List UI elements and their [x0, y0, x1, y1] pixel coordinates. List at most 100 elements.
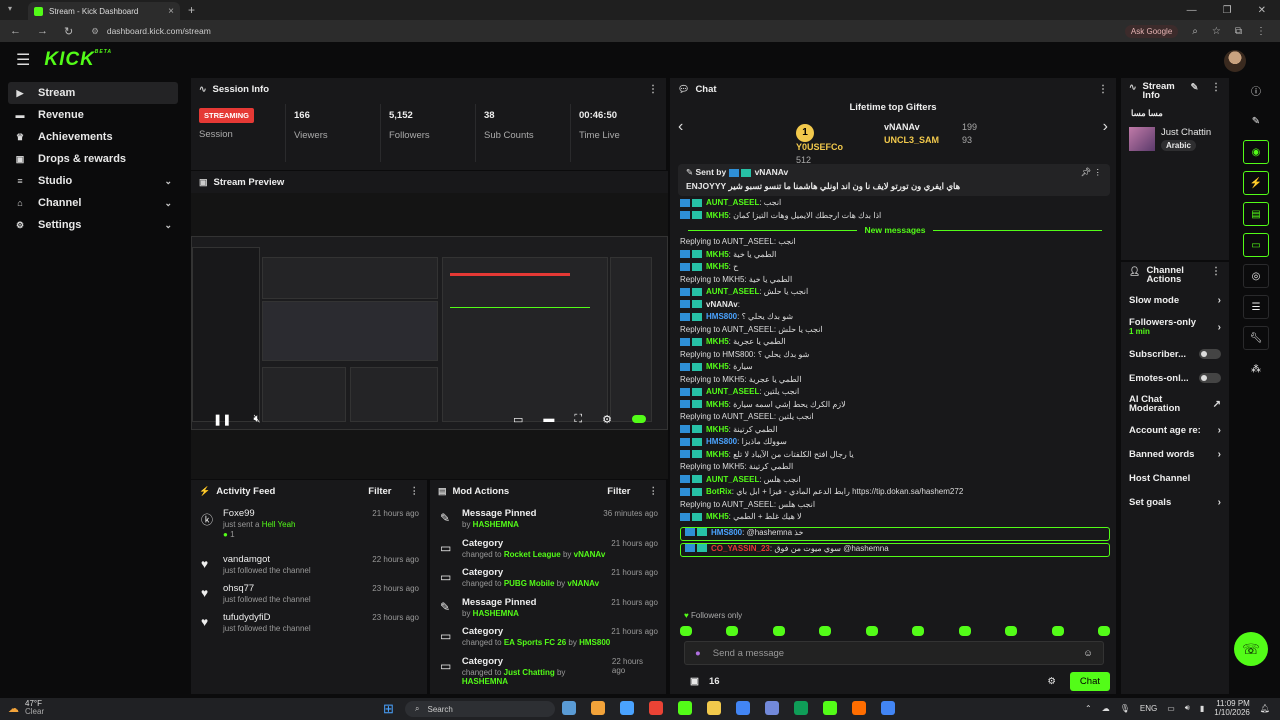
more-options-icon[interactable]: ⋮	[1098, 84, 1108, 95]
chat-username[interactable]: AUNT_ASEEL	[706, 198, 759, 207]
mod-action-target[interactable]: EA Sports FC 26	[504, 638, 566, 647]
taskbar-app-icon[interactable]	[881, 701, 895, 715]
chat-username[interactable]: CO_YASSIN_23	[711, 544, 770, 553]
sidebar-item-settings[interactable]: ⚙ Settings ⌄	[8, 214, 178, 236]
mod-action-target[interactable]: Rocket League	[504, 550, 561, 559]
cloud-icon[interactable]: ☁	[1102, 704, 1110, 713]
mod-action-target[interactable]: HASHEMNA	[473, 520, 519, 529]
battery-icon[interactable]: ▮	[1200, 704, 1204, 713]
filter-button[interactable]: Filter	[368, 486, 391, 497]
mute-icon[interactable]: 🔇︎	[253, 413, 260, 426]
channel-action-7[interactable]: Host Channel	[1121, 466, 1229, 490]
notifications-icon[interactable]: 🔔︎	[1260, 704, 1270, 713]
pin-toggle-icon[interactable]: 📌︎ ⋮	[1080, 167, 1102, 178]
chat-input[interactable]: ● Send a message ☺	[684, 641, 1104, 665]
more-options-icon[interactable]: ⋮	[649, 486, 659, 497]
clock[interactable]: 11:09 PM 1/10/2026	[1214, 699, 1250, 717]
taskbar-app-icon[interactable]	[649, 701, 663, 715]
chat-username[interactable]: MKH5	[706, 400, 729, 409]
reply-context[interactable]: Replying to MKH5: الطمي يا خية	[680, 275, 1110, 288]
more-options-icon[interactable]: ⋮	[1211, 266, 1221, 277]
mod-action-user[interactable]: vNANAv	[574, 550, 606, 559]
mod-action-user[interactable]: HMS800	[579, 638, 610, 647]
volume-icon[interactable]: 🔊︎	[1185, 703, 1190, 713]
reply-context[interactable]: Replying to AUNT_ASEEL: انجب يا حلش	[680, 325, 1110, 338]
url-field[interactable]: ⚙ dashboard.kick.com/stream	[91, 26, 211, 37]
browser-tab[interactable]: Stream - Kick Dashboard ×	[28, 2, 180, 20]
more-options-icon[interactable]: ⋮	[1211, 82, 1221, 93]
emote-icon[interactable]	[726, 626, 739, 636]
fullscreen-icon[interactable]: ⛶	[574, 413, 582, 426]
new-tab-icon[interactable]: +	[188, 3, 195, 17]
broadcast-icon[interactable]: ◎	[1243, 264, 1269, 288]
reply-context[interactable]: Replying to AUNT_ASEEL: انجب هلس	[680, 500, 1110, 513]
reload-icon[interactable]: ↻	[64, 25, 73, 38]
info-icon[interactable]: ⓘ	[1243, 78, 1269, 102]
user-avatar[interactable]	[1224, 50, 1246, 72]
chat-username[interactable]: MKH5	[706, 512, 729, 521]
windows-start-icon[interactable]: ⊞	[383, 701, 394, 717]
reply-context[interactable]: Replying to AUNT_ASEEL: انجب	[680, 237, 1110, 250]
restore-icon[interactable]: ❐	[1223, 5, 1232, 16]
video-player[interactable]: ❚❚ 🔇︎ ▭ ▬ ⛶ ⚙	[191, 193, 668, 430]
sidebar-item-channel[interactable]: ⌂ Channel ⌄	[8, 192, 178, 214]
chat-username[interactable]: HMS800	[711, 528, 742, 537]
chevron-right-icon[interactable]: ›	[1103, 118, 1108, 136]
network-icon[interactable]: ▭	[1167, 704, 1175, 713]
mod-action-target[interactable]: HASHEMNA	[473, 609, 519, 618]
toggle-switch[interactable]	[1199, 373, 1221, 383]
chat-username[interactable]: MKH5	[706, 250, 729, 259]
more-options-icon[interactable]: ⋮	[648, 84, 658, 95]
zoom-icon[interactable]: ⌕	[1192, 26, 1198, 37]
site-info-icon[interactable]: ⚙	[91, 26, 99, 37]
reply-context[interactable]: Replying to MKH5: الطمي يا عجرية	[680, 375, 1110, 388]
gifter-3[interactable]: 199 93	[962, 122, 977, 145]
chat-icon[interactable]: ▭	[1243, 233, 1269, 257]
hamburger-menu-icon[interactable]: ☰	[16, 50, 30, 70]
taskbar-app-icon[interactable]	[591, 701, 605, 715]
wrench-icon[interactable]: 🔧︎	[1243, 326, 1269, 350]
taskbar-app-icon[interactable]	[765, 701, 779, 715]
toggle-switch[interactable]	[1199, 349, 1221, 359]
settings-icon[interactable]: ⚙	[602, 413, 612, 426]
channel-action-4[interactable]: AI Chat Moderation ↗	[1121, 390, 1229, 418]
ask-google-button[interactable]: Ask Google	[1124, 24, 1179, 38]
channel-action-8[interactable]: Set goals ›	[1121, 490, 1229, 514]
reply-context[interactable]: Replying to AUNT_ASEEL: انجب يلتين	[680, 412, 1110, 425]
emote-icon[interactable]	[865, 626, 878, 636]
toggle-icon[interactable]	[632, 415, 646, 423]
mod-action-user[interactable]: HASHEMNA	[462, 677, 508, 686]
close-window-icon[interactable]: ✕	[1258, 5, 1266, 16]
bookmark-star-icon[interactable]: ☆	[1212, 26, 1221, 37]
chat-username[interactable]: MKH5	[706, 211, 729, 220]
emote-icon[interactable]	[912, 626, 925, 636]
sidebar-item-drops[interactable]: ▣ Drops & rewards	[8, 148, 178, 170]
sidebar-item-studio[interactable]: ≡ Studio ⌄	[8, 170, 178, 192]
gifter-2[interactable]: vNANAv UNCL3_SAM	[884, 122, 939, 145]
emote-icon[interactable]	[958, 626, 971, 636]
chat-username[interactable]: BotRix	[706, 487, 732, 496]
document-icon[interactable]: ▤	[1243, 202, 1269, 226]
language-indicator[interactable]: ENG	[1140, 704, 1157, 713]
emote-icon[interactable]	[1097, 626, 1110, 636]
emote-icon[interactable]	[772, 626, 785, 636]
chat-username[interactable]: MKH5	[706, 337, 729, 346]
support-chat-icon[interactable]: ☏	[1234, 632, 1268, 666]
edit-icon[interactable]: ✎	[1191, 82, 1199, 93]
chat-username[interactable]: HMS800	[706, 312, 737, 321]
filter-button[interactable]: Filter	[607, 486, 630, 497]
list-icon[interactable]: ☰	[1243, 295, 1269, 319]
taskbar-app-icon[interactable]	[678, 701, 692, 715]
mod-action-target[interactable]: Just Chatting	[504, 668, 555, 677]
minimize-icon[interactable]: —	[1187, 5, 1197, 16]
taskbar-app-icon[interactable]	[707, 701, 721, 715]
kick-logo[interactable]: KICKBETA	[44, 49, 112, 71]
weather-widget[interactable]: ☁ 47°F Clear	[8, 700, 44, 716]
channel-action-1[interactable]: Followers-only 1 min ›	[1121, 312, 1229, 342]
sidebar-item-achievements[interactable]: ♛ Achievements	[8, 126, 178, 148]
settings-icon[interactable]: ⚙	[1047, 676, 1056, 687]
chat-username[interactable]: MKH5	[706, 262, 729, 271]
chat-username[interactable]: vNANAv	[706, 300, 738, 309]
reply-context[interactable]: Replying to MKH5: الطمي كرتينة	[680, 462, 1110, 475]
emote-icon[interactable]	[680, 626, 692, 636]
